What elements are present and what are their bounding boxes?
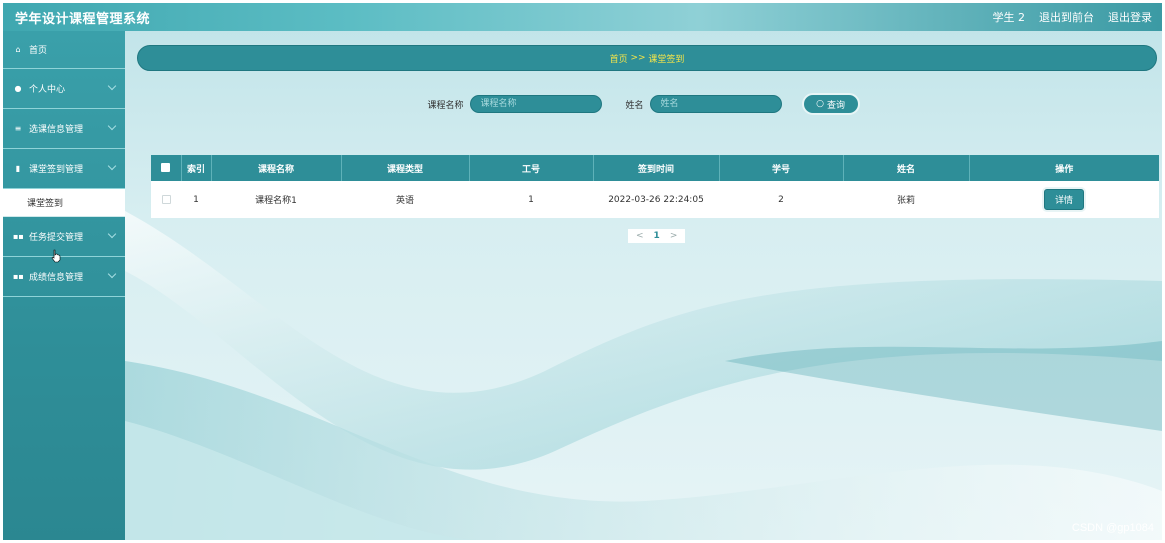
- sidebar-item-checkin-management[interactable]: ▮ 课堂签到管理: [3, 149, 125, 189]
- sidebar-item-task-submission[interactable]: ▪▪ 任务提交管理: [3, 217, 125, 257]
- sidebar-item-label: 选课信息管理: [29, 125, 84, 135]
- column-header: 签到时间: [593, 155, 720, 181]
- cell-action: 详情: [969, 181, 1159, 218]
- select-all-checkbox[interactable]: [161, 163, 171, 172]
- hand-cursor-icon: [51, 249, 61, 263]
- current-user[interactable]: 学生 2: [993, 9, 1026, 25]
- list-icon: ≡: [14, 124, 22, 133]
- breadcrumb-current: 课堂签到: [648, 54, 685, 65]
- cell-name: 张莉: [896, 196, 915, 206]
- sidebar-item-course-selection[interactable]: ≡ 选课信息管理: [3, 109, 125, 149]
- table-header-row: 索引 课程名称 课程类型 工号 签到时间 学号 姓名 操作: [151, 155, 1159, 181]
- cell-staff-no: 1: [528, 194, 534, 205]
- row-select-cell[interactable]: [151, 181, 181, 218]
- back-to-front-link[interactable]: 退出到前台: [1039, 9, 1094, 25]
- breadcrumb: 首页 >> 课堂签到: [137, 45, 1157, 71]
- cell-time: 2022-03-26 22:24:05: [608, 194, 704, 205]
- detail-button[interactable]: 详情: [1043, 189, 1084, 210]
- column-header: 索引: [181, 155, 212, 181]
- cell-course: 课程名称1: [255, 196, 297, 206]
- sidebar-item-label: 任务提交管理: [29, 233, 84, 243]
- book-icon: ▮: [15, 164, 21, 173]
- sidebar-item-label: 个人中心: [29, 85, 66, 95]
- column-header: 课程名称: [211, 155, 342, 181]
- chevron-down-icon: [107, 121, 117, 131]
- column-header: 工号: [469, 155, 594, 181]
- sidebar-item-personal-center[interactable]: ● 个人中心: [3, 69, 125, 109]
- column-header: 学号: [719, 155, 844, 181]
- cell-student-no: 2: [778, 194, 784, 205]
- sidebar-subitem-checkin[interactable]: 课堂签到: [3, 189, 125, 217]
- main-content: 首页 >> 课堂签到 课程名称 姓名 ○ 查询 索引 课程名称: [125, 31, 1162, 540]
- column-header: 姓名: [843, 155, 970, 181]
- table-row: 1 课程名称1 英语 1 2022-03-26 22:24:05 2 张莉 详情: [151, 181, 1159, 218]
- cell-index: 1: [193, 194, 199, 205]
- chevron-down-icon: [107, 269, 117, 279]
- select-all-header[interactable]: [151, 155, 182, 181]
- sidebar-item-grades[interactable]: ▪▪ 成绩信息管理: [3, 257, 125, 297]
- sidebar: ⌂ 首页 ● 个人中心 ≡ 选课信息管理 ▮ 课堂签到管理 课堂签到 ▪▪ 任务…: [3, 31, 125, 540]
- sidebar-item-home[interactable]: ⌂ 首页: [3, 31, 125, 69]
- row-checkbox[interactable]: [161, 194, 171, 204]
- watermark: CSDN @gp1084: [1071, 522, 1154, 534]
- pagination: < 1 >: [628, 229, 686, 243]
- user-icon: ●: [14, 84, 22, 93]
- sidebar-item-label: 成绩信息管理: [29, 273, 84, 283]
- search-button-label: 查询: [826, 100, 845, 111]
- top-bar: 学年设计课程管理系统 学生 2 退出到前台 退出登录: [3, 3, 1162, 31]
- sidebar-item-label: 课堂签到管理: [29, 165, 84, 175]
- breadcrumb-separator: >>: [630, 53, 646, 63]
- search-button[interactable]: ○ 查询: [801, 93, 860, 115]
- breadcrumb-home[interactable]: 首页: [610, 52, 628, 65]
- grid-icon: ▪▪: [13, 232, 24, 241]
- column-header: 课程类型: [341, 155, 470, 181]
- checkin-table: 索引 课程名称 课程类型 工号 签到时间 学号 姓名 操作 1 课程名称1 英语…: [151, 155, 1159, 218]
- chevron-down-icon: [107, 81, 117, 91]
- course-name-input[interactable]: [469, 95, 602, 113]
- search-bar: 课程名称 姓名 ○ 查询: [125, 93, 1162, 115]
- logout-link[interactable]: 退出登录: [1108, 9, 1152, 25]
- chevron-down-icon: [107, 229, 117, 239]
- course-name-label: 课程名称: [427, 100, 464, 111]
- chevron-down-icon: [107, 161, 117, 171]
- cell-type: 英语: [395, 196, 414, 206]
- home-icon: ⌂: [15, 45, 21, 54]
- grid-icon: ▪▪: [13, 272, 24, 281]
- next-page-button[interactable]: >: [670, 231, 678, 241]
- search-icon: ○: [816, 99, 824, 109]
- column-header: 操作: [1055, 164, 1074, 175]
- top-actions: 学生 2 退出到前台 退出登录: [993, 9, 1153, 25]
- name-label: 姓名: [625, 100, 644, 111]
- app-title: 学年设计课程管理系统: [15, 11, 151, 27]
- current-page[interactable]: 1: [654, 231, 660, 241]
- name-input[interactable]: [649, 95, 782, 113]
- app-window: 学年设计课程管理系统 学生 2 退出到前台 退出登录 ⌂ 首页 ● 个人中心 ≡…: [3, 3, 1162, 540]
- prev-page-button[interactable]: <: [636, 231, 644, 241]
- sidebar-item-label: 首页: [29, 46, 48, 56]
- sidebar-item-label: 课堂签到: [27, 199, 64, 209]
